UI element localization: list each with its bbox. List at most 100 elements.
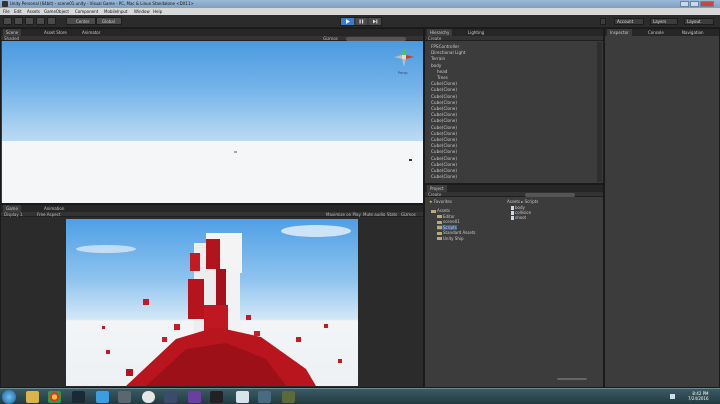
orientation-gizmo-icon[interactable]: [392, 45, 416, 69]
tab-lighting[interactable]: Lighting: [465, 29, 487, 36]
hierarchy-item[interactable]: Cube(Clone): [431, 87, 457, 92]
hierarchy-item[interactable]: Cube(Clone): [431, 137, 457, 142]
step-button[interactable]: [369, 18, 381, 25]
hand-tool-button[interactable]: [3, 17, 12, 25]
menu-window[interactable]: Window: [134, 9, 150, 14]
play-button[interactable]: [341, 18, 354, 25]
start-button[interactable]: [2, 390, 16, 404]
account-dropdown[interactable]: Account: [614, 18, 644, 25]
stats-toggle[interactable]: Stats: [387, 212, 397, 217]
hierarchy-item[interactable]: Cube(Clone): [431, 131, 457, 136]
breadcrumb-scripts[interactable]: Scripts: [525, 199, 539, 204]
hierarchy-item[interactable]: Cube(Clone): [431, 81, 457, 86]
scene-viewport[interactable]: Persp: [2, 41, 423, 203]
project-tree-item[interactable]: scene01: [437, 219, 460, 224]
hierarchy-item[interactable]: Cube(Clone): [431, 174, 457, 179]
folder-icon: [437, 231, 442, 235]
hierarchy-item[interactable]: Directional Light: [431, 50, 465, 55]
hierarchy-item[interactable]: Terrain: [431, 56, 445, 61]
project-tree-item[interactable]: Unity Ship: [437, 236, 464, 241]
tab-project[interactable]: Project: [427, 185, 447, 192]
cloud-button[interactable]: [600, 18, 606, 25]
tab-game[interactable]: Game: [3, 205, 21, 212]
project-file-item[interactable]: shoot: [511, 215, 526, 220]
menu-gameobject[interactable]: GameObject: [44, 9, 69, 14]
tab-hierarchy[interactable]: Hierarchy: [427, 29, 453, 36]
app-icon[interactable]: [164, 391, 177, 403]
tab-console[interactable]: Console: [645, 29, 667, 36]
layout-dropdown[interactable]: Layout: [684, 18, 714, 25]
hierarchy-create-dropdown[interactable]: Create: [428, 36, 441, 41]
favorites-header[interactable]: ★ Favorites: [429, 199, 452, 204]
hierarchy-item[interactable]: Cube(Clone): [431, 149, 457, 154]
menu-help[interactable]: Help: [153, 9, 162, 14]
game-viewport[interactable]: [66, 219, 358, 386]
pause-button[interactable]: [356, 18, 367, 25]
volume-icon[interactable]: [670, 394, 675, 399]
skype-icon[interactable]: [96, 391, 109, 403]
project-tree-item[interactable]: Assets: [431, 208, 450, 213]
game-icon[interactable]: [282, 391, 295, 403]
browser-icon[interactable]: [142, 391, 155, 403]
hierarchy-item[interactable]: Cube(Clone): [431, 143, 457, 148]
app-icon[interactable]: [258, 391, 271, 403]
hierarchy-item[interactable]: Cube(Clone): [431, 112, 457, 117]
tab-animator[interactable]: Animator: [79, 29, 103, 36]
menu-file[interactable]: File: [3, 9, 10, 14]
rotate-tool-button[interactable]: [25, 17, 34, 25]
clock[interactable]: 8:42 PM 7/24/2016: [688, 391, 709, 401]
tab-scene[interactable]: Scene: [3, 29, 22, 36]
project-create-dropdown[interactable]: Create: [428, 192, 441, 197]
unity-icon[interactable]: [210, 391, 223, 403]
icon-size-slider[interactable]: [557, 378, 587, 380]
menu-edit[interactable]: Edit: [14, 9, 22, 14]
hierarchy-item[interactable]: Cube(Clone): [431, 162, 457, 167]
menu-mobileinput[interactable]: MobileInput: [104, 9, 127, 14]
game-gizmos-dropdown[interactable]: Gizmos: [401, 212, 416, 217]
explorer-icon[interactable]: [26, 391, 39, 403]
close-button[interactable]: [700, 1, 714, 7]
space-label: Global: [102, 19, 115, 24]
hierarchy-item[interactable]: Cube(Clone): [431, 100, 457, 105]
hierarchy-item[interactable]: head: [437, 69, 447, 74]
hierarchy-item[interactable]: Cube(Clone): [431, 168, 457, 173]
minimize-button[interactable]: [680, 1, 689, 7]
maximize-on-play-toggle[interactable]: Maximize on Play: [326, 212, 361, 217]
tab-navigation[interactable]: Navigation: [679, 29, 707, 36]
pivot-toggle[interactable]: Center: [66, 17, 96, 25]
project-search-input[interactable]: [525, 192, 575, 197]
space-toggle[interactable]: Global: [96, 17, 122, 25]
scale-tool-button[interactable]: [36, 17, 45, 25]
aspect-dropdown[interactable]: Free Aspect: [37, 212, 60, 217]
layers-dropdown[interactable]: Layers: [650, 18, 678, 25]
hierarchy-item[interactable]: Cube(Clone): [431, 156, 457, 161]
project-tree-item[interactable]: Scripts: [437, 224, 457, 230]
hierarchy-item[interactable]: Trees: [437, 75, 448, 80]
rect-tool-button[interactable]: [47, 17, 56, 25]
tab-animation[interactable]: Animation: [41, 205, 67, 212]
menu-component[interactable]: Component: [75, 9, 98, 14]
hierarchy-item[interactable]: Cube(Clone): [431, 125, 457, 130]
steam-icon[interactable]: [72, 391, 85, 403]
notepad-icon[interactable]: [236, 391, 249, 403]
hierarchy-item[interactable]: Cube(Clone): [431, 94, 457, 99]
display-dropdown[interactable]: Display 1: [4, 212, 23, 217]
project-tree-item[interactable]: Editor: [437, 214, 455, 219]
breadcrumb-assets[interactable]: Assets: [507, 199, 520, 204]
visual-studio-icon[interactable]: [188, 391, 201, 403]
hierarchy-item[interactable]: body: [431, 63, 441, 68]
mute-audio-toggle[interactable]: Mute audio: [363, 212, 385, 217]
project-tree-item[interactable]: Standard Assets: [437, 230, 476, 235]
maximize-button[interactable]: [690, 1, 699, 7]
hierarchy-scrollbar[interactable]: [597, 42, 602, 182]
scene-search-input[interactable]: [346, 36, 406, 41]
hierarchy-item[interactable]: Cube(Clone): [431, 118, 457, 123]
hierarchy-item[interactable]: Cube(Clone): [431, 106, 457, 111]
tab-inspector[interactable]: Inspector: [607, 29, 632, 36]
hierarchy-item[interactable]: FPSController: [431, 44, 459, 49]
chrome-icon[interactable]: [48, 391, 61, 403]
tab-asset-store[interactable]: Asset Store: [41, 29, 70, 36]
app-icon[interactable]: [118, 391, 131, 403]
menu-assets[interactable]: Assets: [27, 9, 40, 14]
move-tool-button[interactable]: [14, 17, 23, 25]
